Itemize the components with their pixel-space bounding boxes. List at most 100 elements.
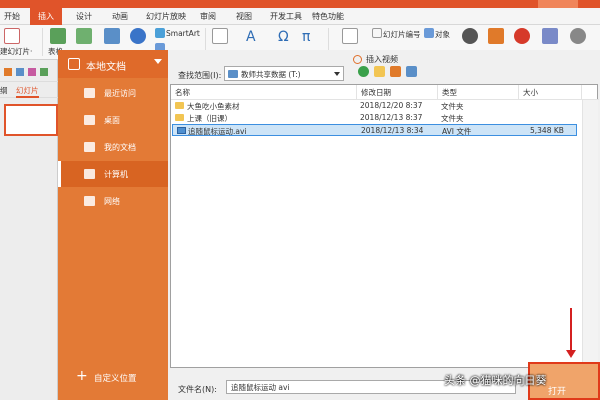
- shapes-icon[interactable]: [130, 28, 146, 44]
- file-row[interactable]: 大鱼吃小鱼素材 2018/12/20 8:37 文件夹: [171, 100, 576, 112]
- video-dialog-icon: [353, 55, 362, 64]
- textbox-icon[interactable]: [212, 28, 228, 44]
- tab-review[interactable]: 审阅: [200, 11, 216, 22]
- play-icon[interactable]: [570, 28, 586, 44]
- column-name[interactable]: 名称: [171, 85, 357, 99]
- new-slide-icon[interactable]: [4, 28, 20, 44]
- nav-item-label: 桌面: [104, 116, 120, 125]
- network-icon: [84, 196, 95, 206]
- screenshot-icon[interactable]: [104, 28, 120, 44]
- app-titlebar: [0, 0, 600, 8]
- file-name: 上课（旧课）: [187, 114, 232, 123]
- slide-panel: 纲 幻灯片: [0, 60, 58, 400]
- smartart-icon[interactable]: [155, 28, 165, 38]
- header-footer-icon[interactable]: [342, 28, 358, 44]
- ribbon-tabs: 开始 插入 设计 动画 幻灯片放映 审阅 视图 开发工具 特色功能: [0, 8, 600, 25]
- file-row-selected[interactable]: 追随鼠标运动.avi 2018/12/13 8:34 AVI 文件 5,348 …: [172, 124, 577, 136]
- wordart-icon[interactable]: A: [246, 29, 256, 45]
- picture-icon[interactable]: [76, 28, 92, 44]
- nav-item-label: 网络: [104, 197, 120, 206]
- computer-icon: [84, 169, 95, 179]
- tab-animation[interactable]: 动画: [112, 11, 128, 22]
- look-in-value: 教师共享数据 (T:): [241, 70, 301, 79]
- file-type: 文件夹: [441, 102, 464, 111]
- file-type: AVI 文件: [442, 127, 472, 136]
- nav-item-label: 计算机: [104, 170, 128, 179]
- hyperlink-icon[interactable]: [542, 28, 558, 44]
- up-folder-icon[interactable]: [374, 66, 385, 77]
- drive-icon: [228, 70, 238, 78]
- nav-item-computer[interactable]: 计算机: [58, 161, 168, 187]
- ribbon-divider: [42, 28, 43, 56]
- documents-icon: [84, 142, 95, 152]
- tab-outline[interactable]: 纲: [0, 85, 8, 96]
- preview-icon[interactable]: [28, 68, 36, 76]
- tab-developer[interactable]: 开发工具: [270, 11, 302, 22]
- file-list: 名称 修改日期 类型 大小 大鱼吃小鱼素材 2018/12/20 8:37 文件…: [170, 84, 599, 368]
- local-docs-icon: [68, 58, 80, 70]
- tab-home[interactable]: 开始: [4, 11, 20, 22]
- tab-features[interactable]: 特色功能: [312, 11, 344, 22]
- equation-icon[interactable]: π: [302, 29, 310, 45]
- file-date: 2018/12/13 8:34: [361, 126, 424, 135]
- plus-icon: +: [76, 368, 88, 384]
- folder-icon: [175, 102, 184, 109]
- slide-panel-toolbar: [0, 60, 58, 82]
- new-slide-label[interactable]: 建幻灯片·: [0, 46, 32, 57]
- chevron-down-icon: [154, 59, 162, 64]
- smartart-label[interactable]: SmartArt: [166, 29, 200, 38]
- nav-item-network[interactable]: 网络: [58, 188, 168, 214]
- file-date: 2018/12/13 8:37: [360, 113, 423, 122]
- column-size[interactable]: 大小: [519, 85, 582, 99]
- table-icon[interactable]: [50, 28, 66, 44]
- slide-thumbnail[interactable]: [4, 104, 58, 136]
- watermark: 头条 @猫咪的向日葵: [444, 374, 547, 387]
- dialog-nav: 本地文档 最近访问 桌面 我的文档 计算机 网络 + 自定义位置: [58, 50, 168, 400]
- print-icon[interactable]: [16, 68, 24, 76]
- nav-head[interactable]: 本地文档: [58, 50, 168, 78]
- slide-number-label[interactable]: 幻灯片编号: [383, 29, 421, 40]
- symbol-icon[interactable]: Ω: [278, 29, 289, 45]
- object-icon[interactable]: [424, 28, 434, 38]
- clock-icon: [84, 88, 95, 98]
- tab-slides[interactable]: 幻灯片: [16, 85, 39, 98]
- audio-icon[interactable]: [462, 28, 478, 44]
- file-size: 5,348 KB: [530, 126, 564, 135]
- custom-location-button[interactable]: + 自定义位置: [58, 364, 168, 390]
- folder-icon: [175, 114, 184, 121]
- nav-head-label: 本地文档: [86, 62, 126, 73]
- view-menu-icon[interactable]: [406, 66, 417, 77]
- filename-label: 文件名(N):: [178, 385, 217, 394]
- tab-design[interactable]: 设计: [76, 11, 92, 22]
- look-in-label: 查找范围(I):: [178, 71, 222, 80]
- tab-slideshow[interactable]: 幻灯片放映: [146, 11, 186, 22]
- object-label[interactable]: 对象: [435, 29, 450, 40]
- dialog-title: 插入视频: [366, 55, 398, 64]
- file-row[interactable]: 上课（旧课） 2018/12/13 8:37 文件夹: [171, 112, 576, 124]
- new-folder-icon[interactable]: [390, 66, 401, 77]
- video-file-icon: [177, 127, 186, 134]
- tab-insert[interactable]: 插入: [30, 8, 62, 25]
- nav-item-desktop[interactable]: 桌面: [58, 107, 168, 133]
- desktop-icon: [84, 115, 95, 125]
- column-type[interactable]: 类型: [438, 85, 519, 99]
- look-in-select[interactable]: 教师共享数据 (T:): [224, 66, 344, 81]
- export-icon[interactable]: [40, 68, 48, 76]
- back-icon[interactable]: [358, 66, 369, 77]
- file-name: 大鱼吃小鱼素材: [187, 102, 240, 111]
- filename-value: 追随鼠标运动 avi: [231, 383, 290, 392]
- file-name: 追随鼠标运动.avi: [188, 127, 247, 136]
- titlebar-button[interactable]: [538, 0, 578, 8]
- video-icon[interactable]: [488, 28, 504, 44]
- nav-item-my-documents[interactable]: 我的文档: [58, 134, 168, 160]
- save-icon[interactable]: [4, 68, 12, 76]
- active-indicator: [58, 161, 61, 187]
- column-modified[interactable]: 修改日期: [357, 85, 438, 99]
- tab-view[interactable]: 视图: [236, 11, 252, 22]
- flash-icon[interactable]: [514, 28, 530, 44]
- file-date: 2018/12/20 8:37: [360, 101, 423, 110]
- custom-location-label: 自定义位置: [94, 374, 137, 384]
- scrollbar[interactable]: [582, 100, 598, 368]
- slide-number-icon[interactable]: [372, 28, 382, 38]
- nav-item-recent[interactable]: 最近访问: [58, 80, 168, 106]
